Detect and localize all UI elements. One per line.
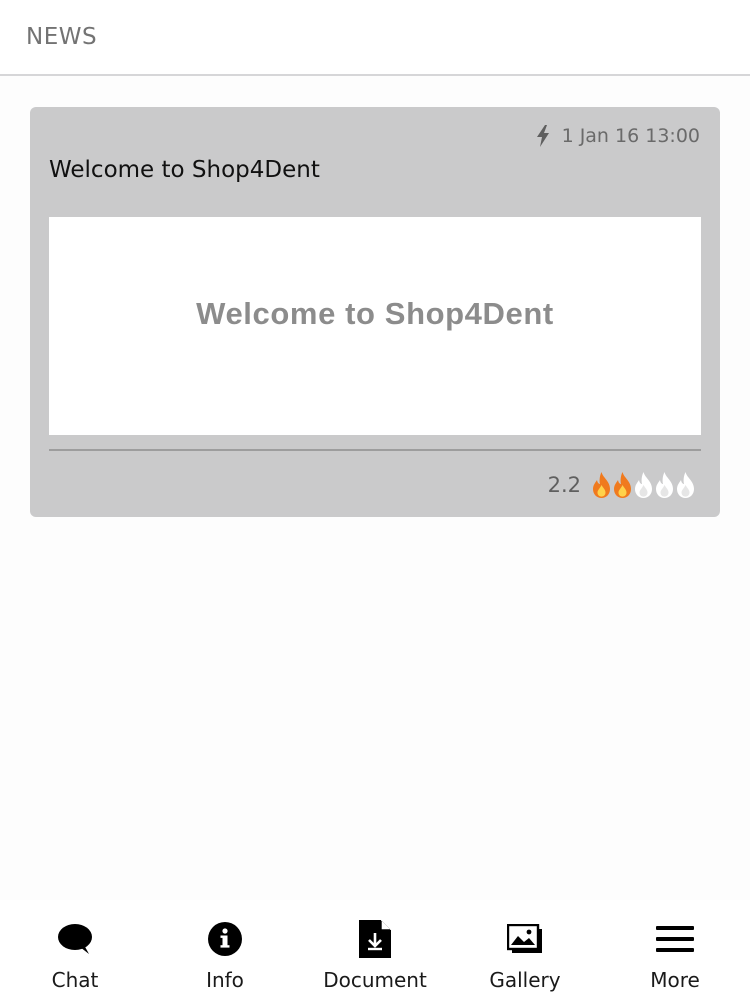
tab-label-more: More (650, 968, 700, 992)
tab-document[interactable]: Document (300, 900, 450, 1000)
flame-icon-filled (612, 471, 633, 499)
flame-icon-filled (591, 471, 612, 499)
rating-flames (591, 471, 696, 499)
tab-label-gallery: Gallery (489, 968, 561, 992)
tab-gallery[interactable]: Gallery (450, 900, 600, 1000)
flame-icon-empty (633, 471, 654, 499)
info-icon (207, 920, 243, 958)
card-divider (49, 449, 701, 451)
app-header: NEWS (0, 0, 750, 76)
news-banner-text: Welcome to Shop4Dent (196, 296, 554, 331)
tab-label-info: Info (206, 968, 244, 992)
news-feed: 1 Jan 16 13:00 Welcome to Shop4Dent Welc… (0, 76, 750, 900)
page-title: NEWS (26, 24, 98, 50)
tab-label-chat: Chat (51, 968, 99, 992)
news-meta: 1 Jan 16 13:00 (536, 125, 700, 147)
news-rating[interactable]: 2.2 (548, 471, 696, 499)
bottom-tab-bar: Chat Info Document Gallery More (0, 900, 750, 1000)
menu-icon (656, 920, 694, 958)
tab-info[interactable]: Info (150, 900, 300, 1000)
document-download-icon (359, 920, 391, 958)
flame-icon-empty (675, 471, 696, 499)
tab-more[interactable]: More (600, 900, 750, 1000)
news-banner-image[interactable]: Welcome to Shop4Dent (49, 217, 701, 435)
flame-icon-empty (654, 471, 675, 499)
news-card[interactable]: 1 Jan 16 13:00 Welcome to Shop4Dent Welc… (30, 107, 720, 517)
news-title[interactable]: Welcome to Shop4Dent (49, 157, 320, 183)
chat-bubble-icon (57, 920, 93, 958)
gallery-icon (507, 920, 543, 958)
tab-label-document: Document (323, 968, 427, 992)
news-timestamp: 1 Jan 16 13:00 (561, 125, 700, 147)
rating-value: 2.2 (547, 473, 581, 497)
lightning-icon (536, 125, 550, 147)
tab-chat[interactable]: Chat (0, 900, 150, 1000)
